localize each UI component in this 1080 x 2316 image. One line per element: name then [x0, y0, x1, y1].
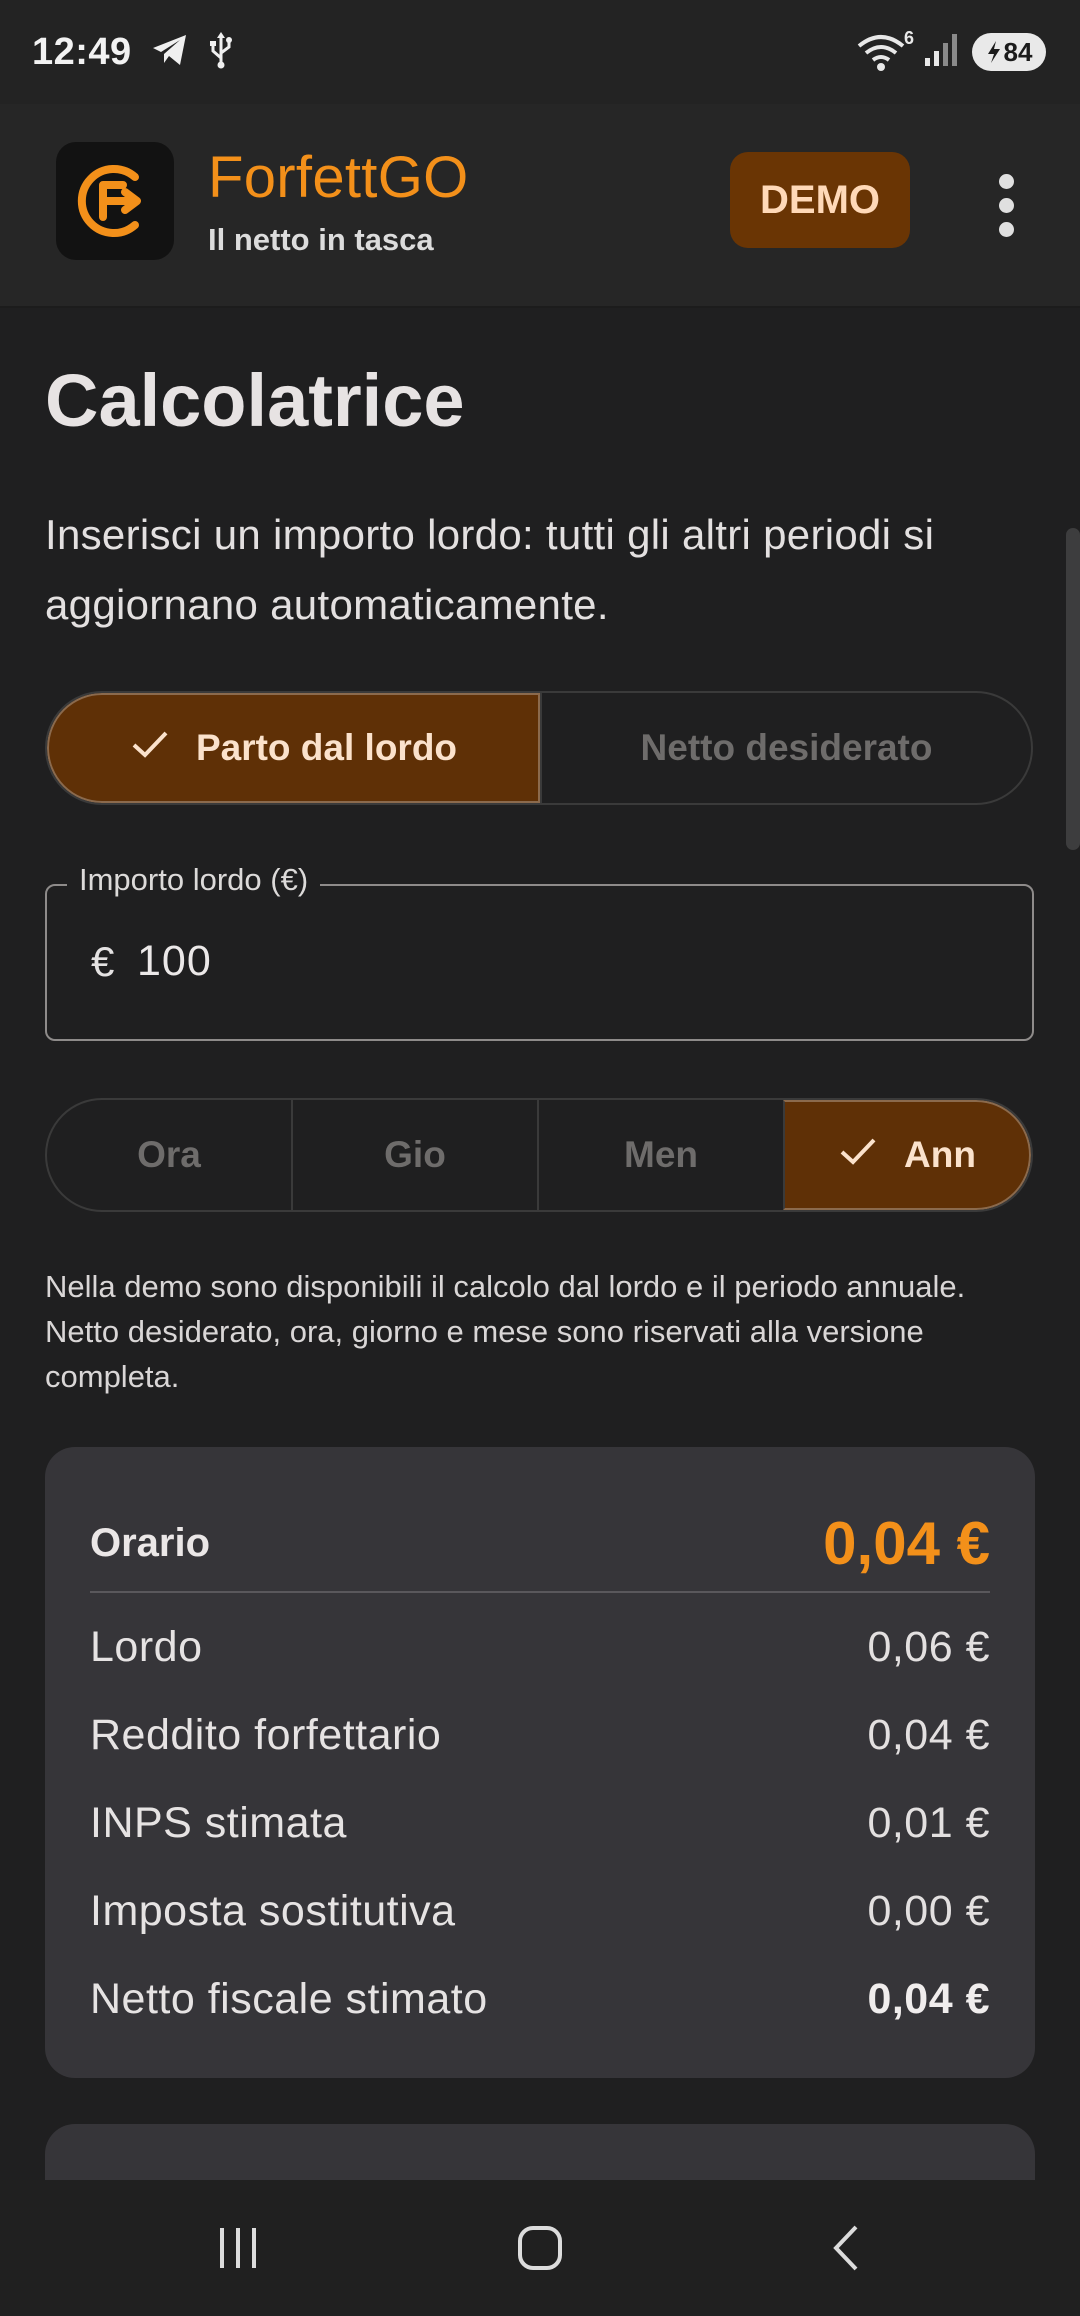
demo-note: Nella demo sono disponibili il calcolo d… [45, 1269, 966, 1394]
mode-toggle: Parto dal lordo Netto desiderato [45, 691, 1033, 805]
back-icon [833, 2225, 858, 2271]
demo-badge[interactable]: DEMO [730, 152, 910, 248]
signal-icon [924, 32, 958, 73]
result-row-taxable-income: Reddito forfettario 0,04 € [90, 1705, 990, 1765]
result-row-label: Lordo [90, 1622, 203, 1671]
mode-option-label: Netto desiderato [640, 727, 933, 768]
result-card: Orario 0,04 € Lordo 0,06 € Reddito forfe… [45, 1447, 1035, 2078]
more-options-button[interactable] [976, 160, 1036, 250]
result-row-inps: INPS stimata 0,01 € [90, 1793, 990, 1853]
period-option-label: Men [624, 1134, 698, 1175]
app-title: ForfettGO [208, 145, 469, 210]
period-option-label: Ora [137, 1134, 201, 1175]
recents-button[interactable] [208, 2220, 268, 2276]
result-row-substitute-tax: Imposta sostitutiva 0,00 € [90, 1881, 990, 1941]
recents-icon [220, 2228, 256, 2268]
telegram-icon [150, 32, 190, 73]
period-option-year[interactable]: Ann [783, 1100, 1031, 1210]
status-bar: 12:49 6 84 [0, 0, 1080, 104]
home-button[interactable] [510, 2220, 570, 2276]
period-option-month[interactable]: Men [537, 1100, 783, 1210]
result-row-net: Netto fiscale stimato 0,04 € [90, 1969, 990, 2029]
check-icon [130, 727, 170, 769]
result-row-value: 0,00 € [867, 1886, 990, 1935]
app-bar: ForfettGO Il netto in tasca DEMO [0, 104, 1080, 308]
amount-input[interactable]: 100 [137, 937, 212, 986]
result-card-title: Orario [90, 1520, 211, 1565]
amount-field-label: Importo lordo (€) [67, 862, 321, 898]
app-logo-icon [56, 142, 174, 260]
result-row-value: 0,06 € [867, 1622, 990, 1671]
result-card-total: 0,04 € [823, 1509, 990, 1577]
page-title: Calcolatrice [45, 359, 465, 442]
battery-level: 84 [1003, 36, 1033, 67]
usb-icon [208, 31, 234, 74]
wifi-icon: 6 [856, 28, 914, 72]
result-row-value: 0,01 € [867, 1798, 990, 1847]
battery-icon: 84 [972, 33, 1046, 71]
page-intro: Inserisci un importo lordo: tutti gli al… [45, 511, 935, 628]
result-row-label: Reddito forfettario [90, 1710, 442, 1759]
period-option-day[interactable]: Gio [291, 1100, 537, 1210]
more-vert-icon [998, 173, 1014, 189]
period-option-label: Ann [904, 1134, 976, 1175]
period-option-label: Gio [384, 1134, 446, 1175]
system-nav-bar [0, 2180, 1080, 2316]
mode-option-label: Parto dal lordo [195, 727, 458, 768]
result-card-header: Orario 0,04 € [90, 1503, 990, 1583]
wifi-badge: 6 [903, 28, 914, 48]
result-row-gross: Lordo 0,06 € [90, 1617, 990, 1677]
status-time: 12:49 [32, 30, 132, 73]
result-row-label: Imposta sostitutiva [90, 1886, 456, 1935]
back-button[interactable] [816, 2220, 876, 2276]
period-option-hour[interactable]: Ora [47, 1100, 291, 1210]
scrollbar[interactable] [1066, 528, 1080, 850]
divider [90, 1591, 990, 1593]
mode-option-net[interactable]: Netto desiderato [540, 693, 1031, 803]
app-subtitle: Il netto in tasca [208, 222, 434, 257]
more-vert-dot [998, 221, 1014, 237]
result-row-value: 0,04 € [867, 1974, 990, 2023]
more-vert-dot [998, 197, 1014, 213]
result-row-label: Netto fiscale stimato [90, 1974, 488, 2023]
check-icon [838, 1134, 878, 1176]
home-icon [518, 2226, 562, 2270]
amount-field[interactable]: Importo lordo (€) € 100 [45, 862, 1034, 1041]
currency-prefix: € [91, 938, 115, 985]
result-row-value: 0,04 € [867, 1710, 990, 1759]
result-row-label: INPS stimata [90, 1798, 347, 1847]
period-toggle: Ora Gio Men Ann [45, 1098, 1033, 1212]
mode-option-gross[interactable]: Parto dal lordo [47, 693, 540, 803]
